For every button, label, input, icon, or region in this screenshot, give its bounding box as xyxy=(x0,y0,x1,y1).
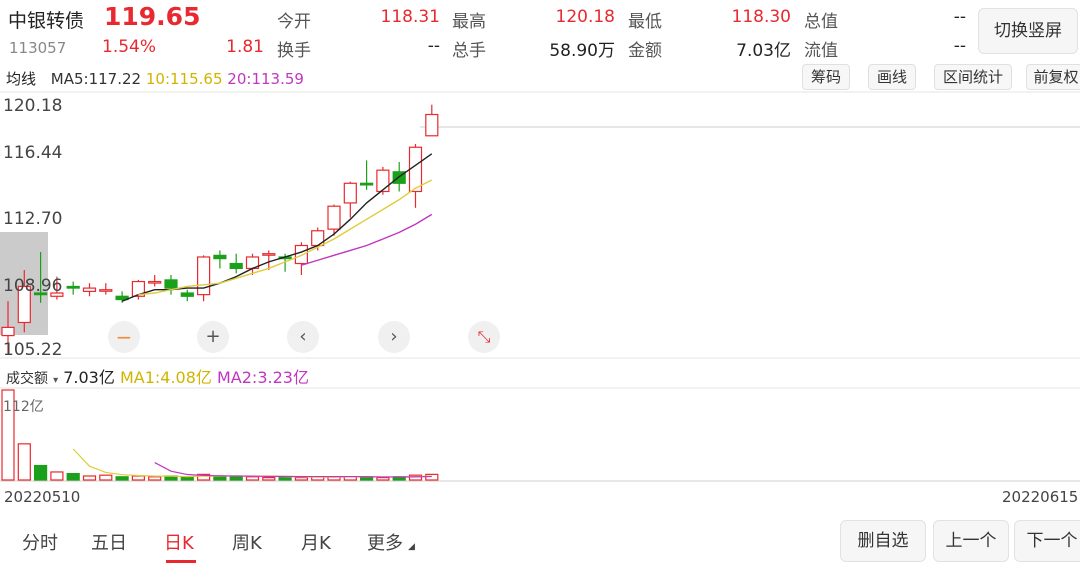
candle xyxy=(82,283,97,297)
volume-bar xyxy=(148,476,162,481)
zoom-out-button[interactable]: − xyxy=(108,321,140,353)
kline-chart[interactable] xyxy=(0,0,1080,568)
tab-monthly-k[interactable]: 月K xyxy=(301,529,331,555)
candle xyxy=(360,160,374,190)
candle xyxy=(294,242,308,275)
volume-bar xyxy=(50,471,64,481)
tab-weekly-k[interactable]: 周K xyxy=(232,529,262,555)
volume-bar xyxy=(294,476,308,481)
price-axis-label: 108.96 xyxy=(3,276,63,296)
collapse-icon[interactable]: ⤡ xyxy=(468,321,500,353)
price-axis-label: 105.22 xyxy=(3,340,63,360)
candle xyxy=(408,143,423,208)
volume-amount: 7.03亿 xyxy=(63,368,115,387)
volume-bar xyxy=(115,476,129,481)
active-tab-indicator xyxy=(166,560,196,563)
volume-bar xyxy=(131,475,145,481)
remove-watchlist-button[interactable]: 删自选 xyxy=(840,520,926,562)
end-date: 20220615 xyxy=(1002,488,1079,506)
start-date: 20220510 xyxy=(4,488,81,506)
next-button[interactable]: › xyxy=(378,321,410,353)
volume-max-label: 112亿 xyxy=(3,399,44,415)
tab-daily-k[interactable]: 日K xyxy=(164,529,194,555)
volume-ma2: MA2:3.23亿 xyxy=(217,368,309,387)
dropdown-icon[interactable]: ▾ xyxy=(53,375,58,386)
price-axis-label: 116.44 xyxy=(3,143,63,163)
candle xyxy=(180,289,194,302)
previous-item-button[interactable]: 上一个 xyxy=(933,520,1009,562)
candle xyxy=(425,104,439,137)
volume-bar xyxy=(376,476,390,481)
volume-ma2-line xyxy=(154,462,432,478)
candle xyxy=(229,253,243,274)
volume-ma1: MA1:4.08亿 xyxy=(119,368,212,387)
candle xyxy=(99,283,113,295)
zoom-in-button[interactable]: + xyxy=(197,321,229,353)
price-axis-label: 120.18 xyxy=(3,96,63,116)
previous-button[interactable]: ‹ xyxy=(287,321,319,353)
tab-intraday[interactable]: 分时 xyxy=(22,529,58,555)
volume-bar xyxy=(262,476,276,481)
candle xyxy=(66,281,80,295)
volume-bar xyxy=(180,476,194,481)
volume-ma1-line xyxy=(72,448,432,478)
volume-legend: 成交额 ▾ 7.03亿 MA1:4.08亿 MA2:3.23亿 xyxy=(6,364,309,388)
price-axis-label: 112.70 xyxy=(3,209,63,229)
volume-bar xyxy=(245,476,260,481)
candle xyxy=(148,274,162,287)
tab-more[interactable]: 更多 xyxy=(367,529,403,555)
candle xyxy=(164,274,178,295)
more-corner-icon: ◢ xyxy=(408,542,415,552)
volume-bar xyxy=(82,475,97,481)
next-item-button[interactable]: 下一个 xyxy=(1014,520,1080,562)
tab-five-day[interactable]: 五日 xyxy=(91,529,127,555)
volume-bar xyxy=(99,474,113,481)
candle xyxy=(343,181,357,218)
candle xyxy=(197,255,211,302)
volume-bar xyxy=(17,443,31,481)
volume-bar xyxy=(66,472,80,481)
volume-title[interactable]: 成交额 xyxy=(6,371,48,387)
candle xyxy=(213,250,227,269)
volume-bar xyxy=(33,464,48,481)
